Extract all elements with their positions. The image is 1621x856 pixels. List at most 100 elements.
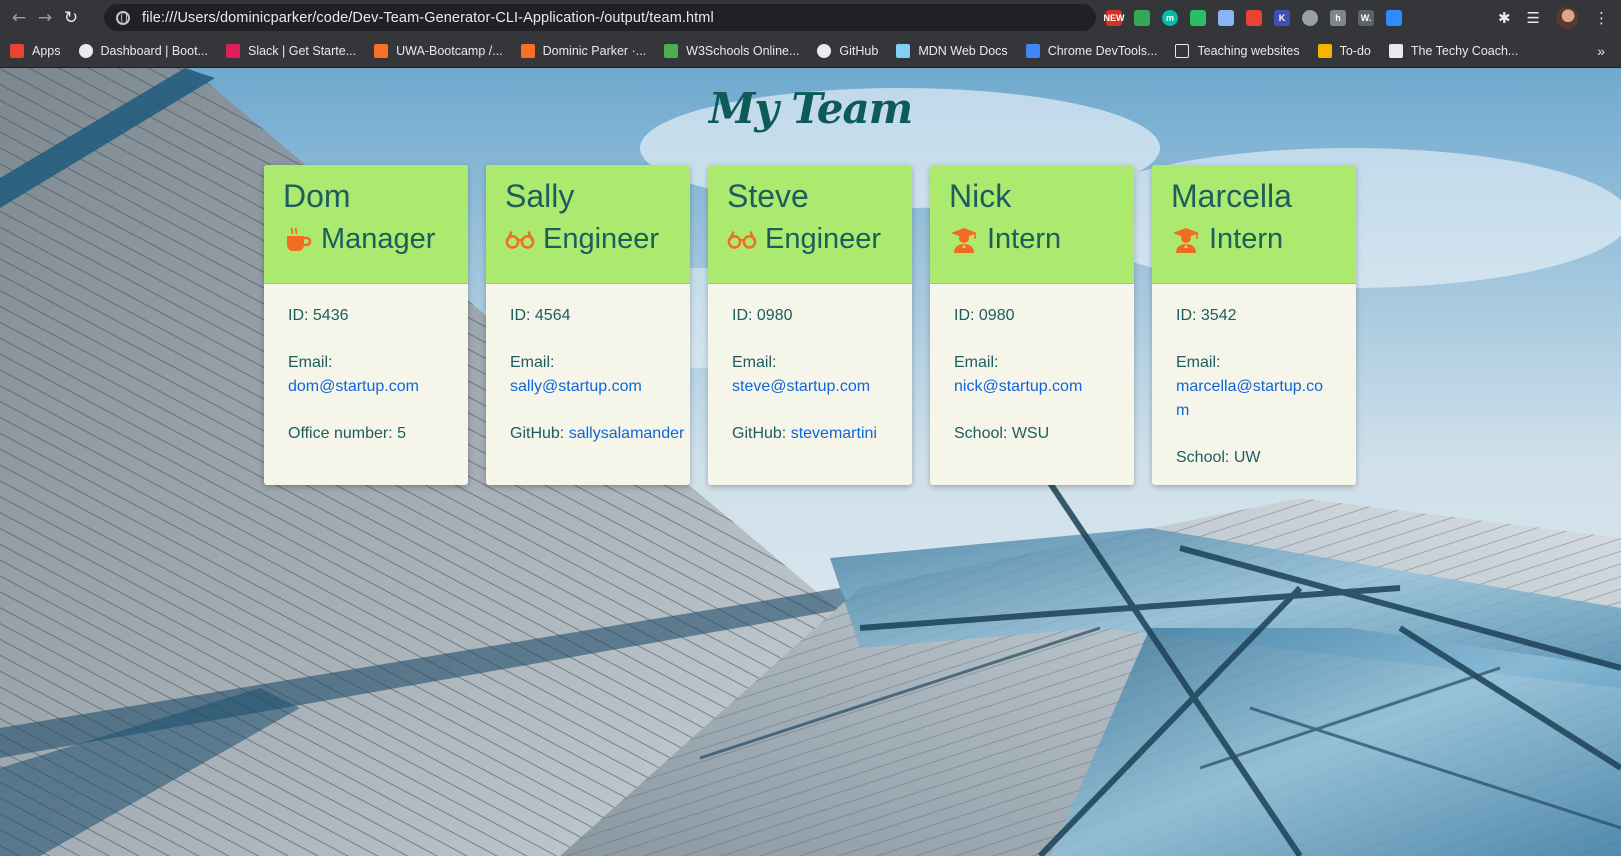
email-link[interactable]: steve@startup.com <box>732 375 882 399</box>
card-body: ID: 3542 Email: marcella@startup.com Sch… <box>1152 284 1356 470</box>
bookmark-item[interactable]: To-do <box>1317 44 1371 58</box>
bookmark-item[interactable]: Dominic Parker ·... <box>520 44 647 58</box>
puzzle-extensions-icon[interactable]: ✱ <box>1498 9 1511 27</box>
email-link[interactable]: nick@startup.com <box>954 375 1104 399</box>
media-control-icon[interactable]: ☰ <box>1527 9 1540 27</box>
bookmark-label: Dominic Parker ·... <box>542 44 647 58</box>
card-header: Dom Manager <box>264 165 468 284</box>
id-field: ID: 0980 <box>954 307 1015 324</box>
page-viewport: My Team Dom Manager ID: 5436 Email: dom@… <box>0 68 1621 856</box>
globe-icon <box>78 44 93 58</box>
extensions-bar: NEW m Kh W. <box>1104 0 1402 35</box>
employee-role: Engineer <box>505 223 690 256</box>
reload-icon[interactable]: ↻ <box>58 5 84 31</box>
graduate-icon <box>1171 225 1201 255</box>
role-label: Engineer <box>543 223 660 255</box>
employee-role: Engineer <box>727 223 912 256</box>
evernote-extension-icon[interactable] <box>1190 9 1206 26</box>
new-badge-extension-icon[interactable]: NEW <box>1104 9 1125 26</box>
gitlab-icon <box>520 44 535 58</box>
bookmark-label: The Techy Coach... <box>1410 44 1519 58</box>
email-label: Email: <box>510 354 555 371</box>
file-globe-icon <box>116 10 130 25</box>
id-field: ID: 4564 <box>510 307 571 324</box>
bookmark-item[interactable]: Teaching websites <box>1175 44 1300 58</box>
card-body: ID: 0980 Email: nick@startup.com School:… <box>930 284 1134 446</box>
office-number-field: Office number: 5 <box>288 425 406 442</box>
bookmark-item[interactable]: Chrome DevTools... <box>1025 44 1157 58</box>
folder-icon <box>1175 44 1190 58</box>
bookmark-item[interactable]: Dashboard | Boot... <box>78 44 208 58</box>
employee-card: Sally Engineer ID: 4564 Email: sally@sta… <box>486 165 690 485</box>
bookmark-item[interactable]: The Techy Coach... <box>1388 44 1519 58</box>
h-extension-icon[interactable]: h <box>1330 9 1346 26</box>
email-field: Email: dom@startup.com <box>288 351 468 399</box>
email-link[interactable]: dom@startup.com <box>288 375 438 399</box>
m-extension-icon[interactable]: m <box>1162 9 1178 26</box>
github-field: GitHub: sallysalamander <box>510 422 690 446</box>
employee-role: Intern <box>1171 223 1356 256</box>
employee-name: Sally <box>505 178 575 214</box>
techy-coach-icon <box>1388 44 1403 58</box>
bookmark-item[interactable]: MDN Web Docs <box>896 44 1008 58</box>
bookmarks-overflow-icon[interactable]: » <box>1597 43 1605 59</box>
k-extension-icon[interactable]: K <box>1274 9 1290 26</box>
id-field: ID: 0980 <box>732 307 793 324</box>
email-label: Email: <box>1176 354 1221 371</box>
profile-avatar[interactable] <box>1556 6 1578 29</box>
role-label: Engineer <box>765 223 882 255</box>
github-link[interactable]: sallysalamander <box>569 425 685 442</box>
url-text[interactable]: file:///Users/dominicparker/code/Dev-Tea… <box>142 10 714 26</box>
employee-card: Dom Manager ID: 5436 Email: dom@startup.… <box>264 165 468 485</box>
bookmark-item[interactable]: W3Schools Online... <box>664 44 799 58</box>
card-header: Marcella Intern <box>1152 165 1356 284</box>
w-extension-icon[interactable]: W. <box>1358 9 1374 26</box>
bookmark-label: Slack | Get Starte... <box>247 44 357 58</box>
card-body: ID: 0980 Email: steve@startup.com GitHub… <box>708 284 912 446</box>
google-drive-extension-icon[interactable] <box>1134 9 1150 26</box>
email-field: Email: steve@startup.com <box>732 351 912 399</box>
role-label: Manager <box>321 223 436 255</box>
zoom-extension-icon[interactable] <box>1386 9 1402 26</box>
bookmark-item[interactable]: UWA-Bootcamp /... <box>374 44 503 58</box>
email-label: Email: <box>732 354 777 371</box>
school-field: School: UW <box>1176 449 1261 466</box>
bookmark-label: Apps <box>32 44 61 58</box>
bookmark-item[interactable]: Slack | Get Starte... <box>225 44 357 58</box>
eye-extension-icon[interactable] <box>1218 9 1234 26</box>
chrome-devtools-icon <box>1025 44 1040 58</box>
back-icon[interactable]: ← <box>6 5 32 31</box>
id-field: ID: 5436 <box>288 307 349 324</box>
bookmark-label: MDN Web Docs <box>918 44 1008 58</box>
email-link[interactable]: sally@startup.com <box>510 375 660 399</box>
github-label: GitHub: <box>732 425 787 442</box>
employee-name: Dom <box>283 178 351 214</box>
employee-name: Steve <box>727 178 809 214</box>
employee-name: Marcella <box>1171 178 1292 214</box>
bookmark-item[interactable]: GitHub <box>817 44 878 58</box>
employee-name: Nick <box>949 178 1012 214</box>
menu-kebab-icon[interactable]: ⋮ <box>1594 9 1609 27</box>
video-extension-icon[interactable] <box>1246 9 1262 26</box>
bookmark-item[interactable]: Apps <box>10 44 61 58</box>
github-label: GitHub: <box>510 425 565 442</box>
school-field: School: WSU <box>954 425 1050 442</box>
bookmark-label: W3Schools Online... <box>686 44 800 58</box>
email-field: Email: sally@startup.com <box>510 351 690 399</box>
email-link[interactable]: marcella@startup.com <box>1176 375 1326 423</box>
bookmark-label: GitHub <box>839 44 879 58</box>
gitlab-icon <box>374 44 389 58</box>
bookmark-label: To-do <box>1339 44 1371 58</box>
email-field: Email: nick@startup.com <box>954 351 1134 399</box>
forward-icon[interactable]: → <box>32 5 58 31</box>
mdn-icon <box>896 44 911 58</box>
bookmarks-bar: Apps Dashboard | Boot... Slack | Get Start… <box>0 35 1621 68</box>
address-bar[interactable]: file:///Users/dominicparker/code/Dev-Tea… <box>104 4 1096 31</box>
browser-toolbar: ← → ↻ file:///Users/dominicparker/code/D… <box>0 0 1621 35</box>
card-body: ID: 4564 Email: sally@startup.com GitHub… <box>486 284 690 446</box>
role-label: Intern <box>987 223 1062 255</box>
grey-circle-extension-icon[interactable] <box>1302 9 1318 26</box>
card-header: Sally Engineer <box>486 165 690 284</box>
github-link[interactable]: stevemartini <box>791 425 877 442</box>
slack-icon <box>225 44 240 58</box>
